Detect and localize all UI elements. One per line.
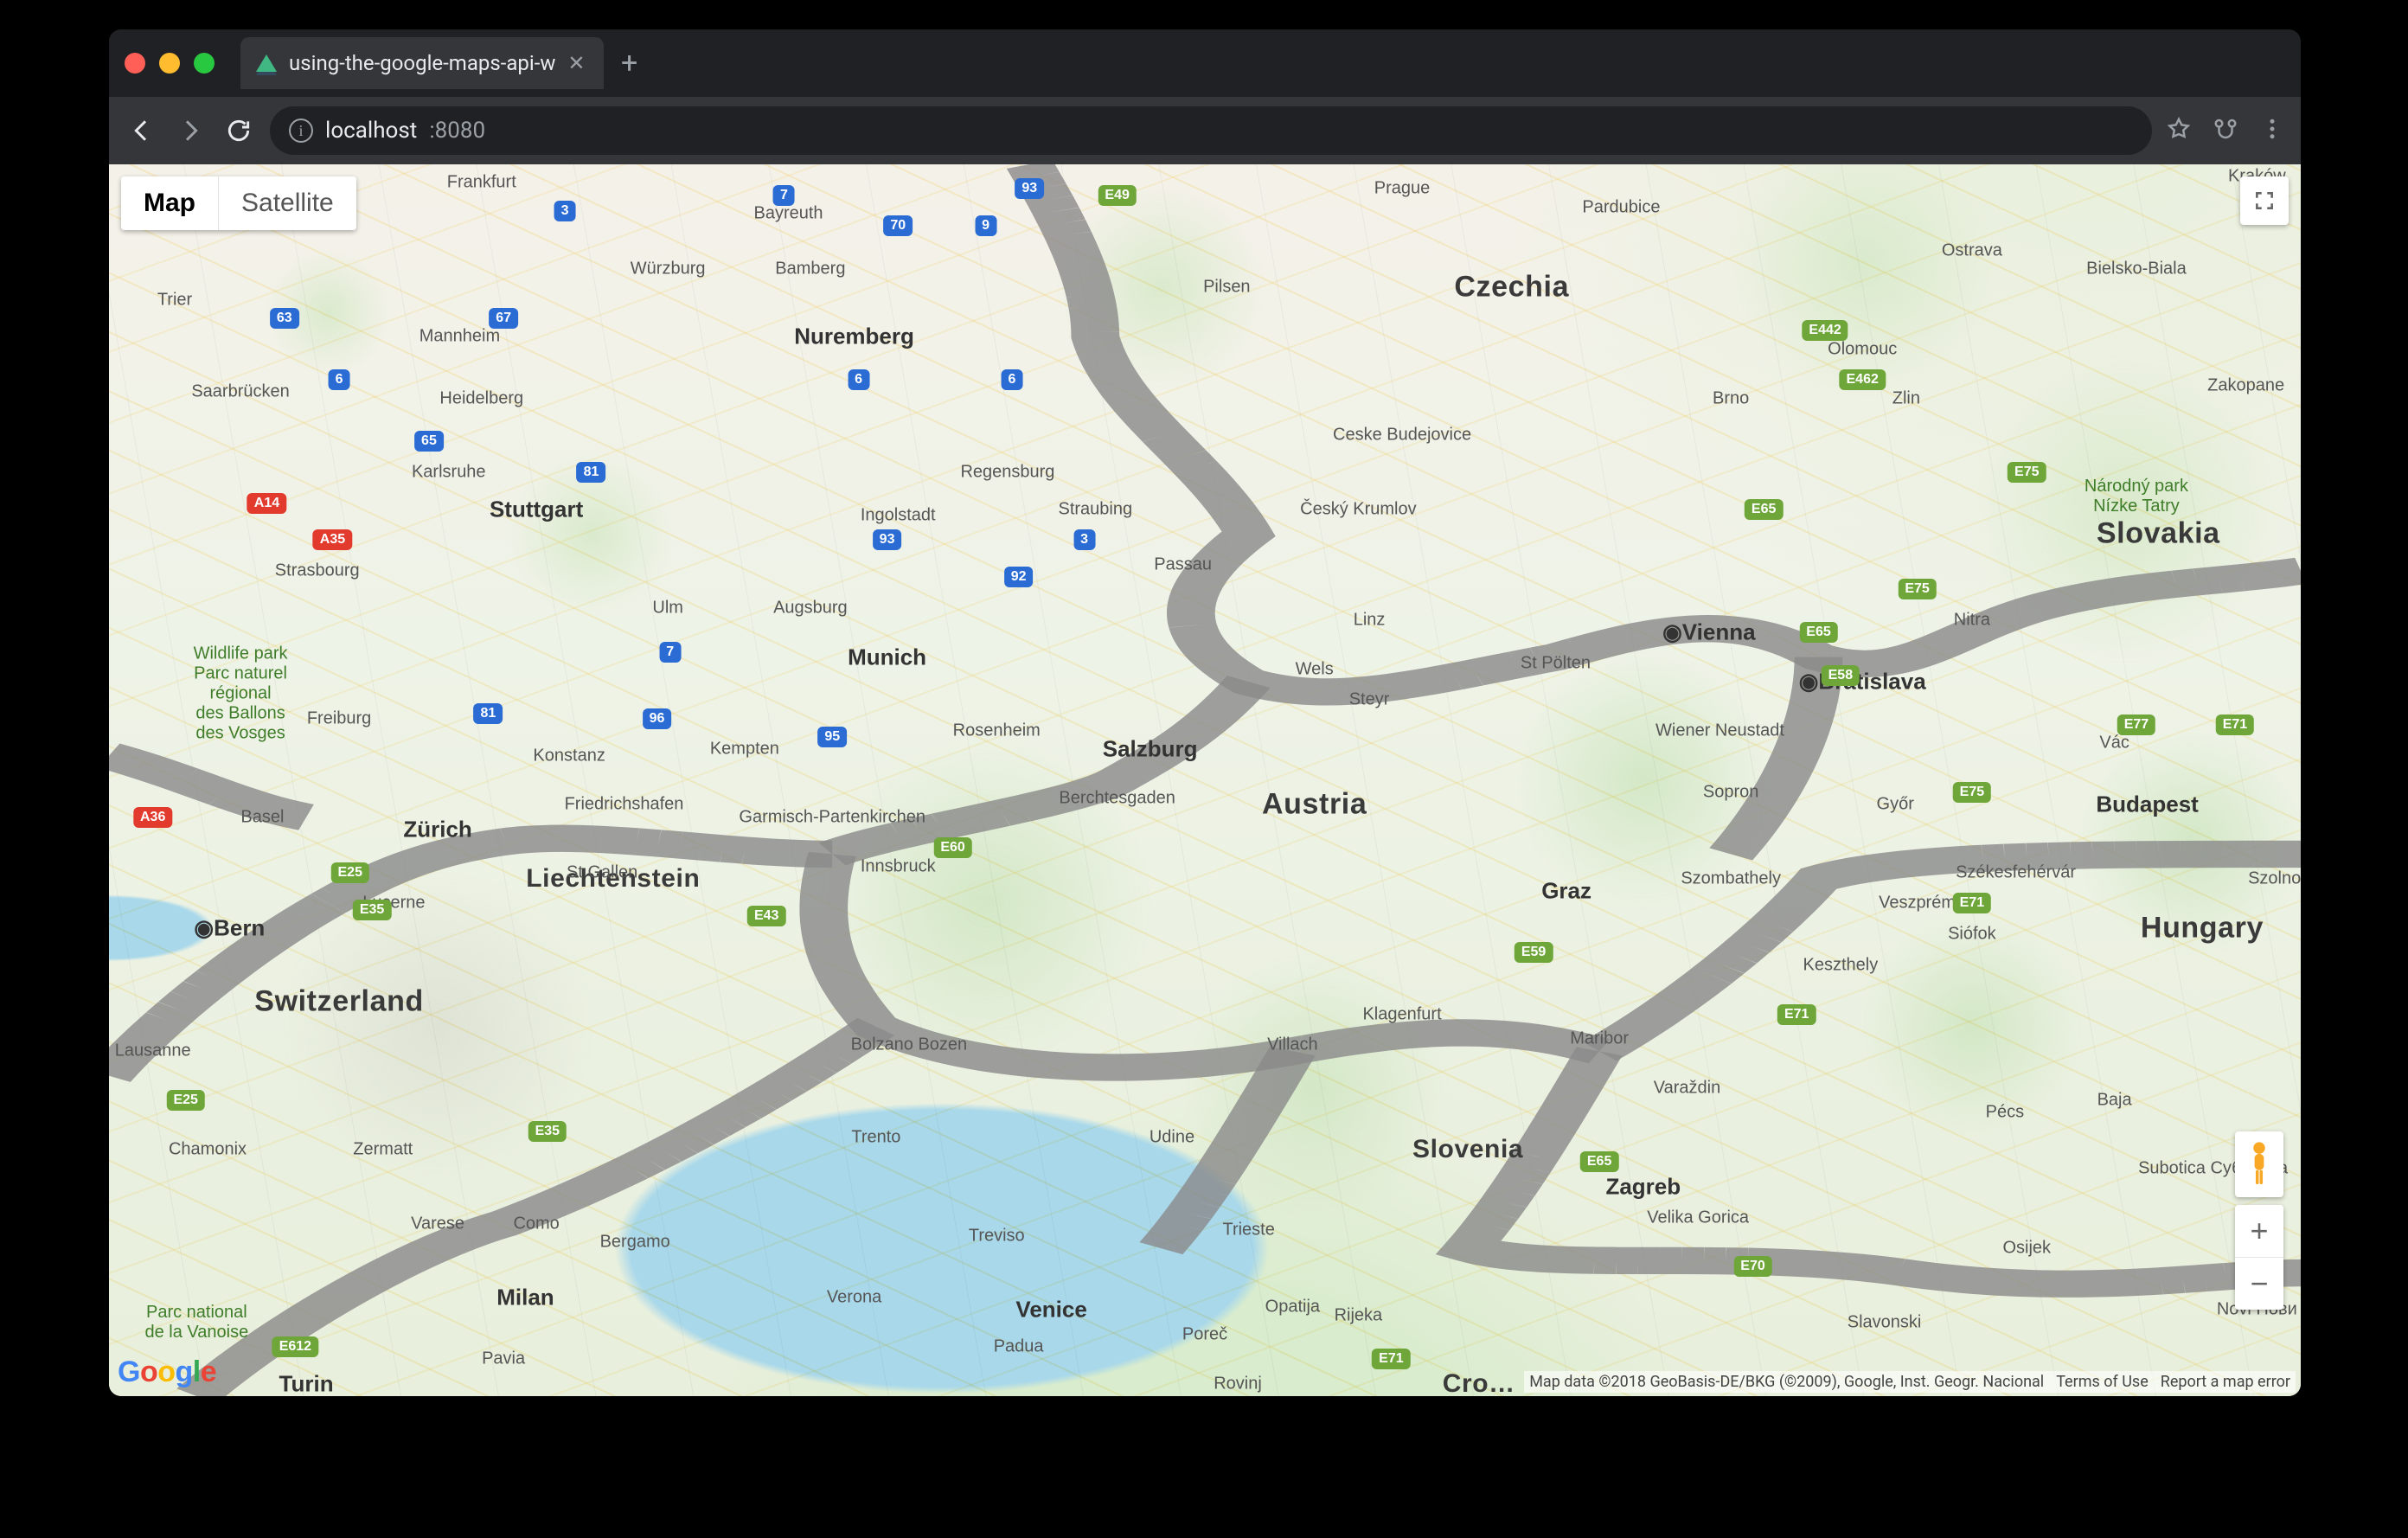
road-shield: 93 xyxy=(1015,178,1044,199)
road-shield: E43 xyxy=(747,906,785,926)
road-shield: 6 xyxy=(848,369,869,390)
road-shield: A14 xyxy=(247,493,286,514)
road-shield: 65 xyxy=(414,431,444,452)
road-shield: 9 xyxy=(975,215,996,236)
back-button[interactable] xyxy=(125,113,159,148)
road-shield: 7 xyxy=(773,185,795,206)
road-shield: E71 xyxy=(1953,893,1991,913)
map-attribution: Map data ©2018 GeoBasis-DE/BKG (©2009), … xyxy=(1524,1371,2296,1393)
zoom-in-button[interactable]: + xyxy=(2235,1205,2283,1257)
road-shield: E59 xyxy=(1515,942,1553,963)
road-shield: 95 xyxy=(817,727,847,747)
road-shield: 6 xyxy=(1002,369,1023,390)
map-viewport[interactable]: CzechiaAustriaSwitzerlandLiechtensteinSl… xyxy=(109,164,2301,1396)
titlebar: using-the-google-maps-api-w ✕ + xyxy=(109,29,2301,97)
bookmark-star-icon[interactable] xyxy=(2166,116,2192,145)
map-type-map-button[interactable]: Map xyxy=(121,176,218,230)
road-shield: 93 xyxy=(873,529,902,550)
road-shield: 81 xyxy=(577,462,606,483)
road-shield: 81 xyxy=(473,703,503,724)
site-info-icon[interactable]: i xyxy=(289,119,313,143)
road-shield: 7 xyxy=(659,642,681,663)
fullscreen-button[interactable] xyxy=(2240,176,2289,225)
url-host: localhost xyxy=(325,118,417,144)
road-shield: 70 xyxy=(883,215,913,236)
road-shield: 92 xyxy=(1004,567,1034,587)
road-shield: E75 xyxy=(1898,579,1936,599)
map-type-control: Map Satellite xyxy=(121,176,356,230)
road-shield: E77 xyxy=(2117,715,2155,735)
browser-toolbar: i localhost :8080 xyxy=(109,97,2301,164)
road-shield: E25 xyxy=(331,862,369,883)
terms-link[interactable]: Terms of Use xyxy=(2056,1373,2149,1391)
road-shield: E35 xyxy=(353,900,391,920)
map-type-satellite-button[interactable]: Satellite xyxy=(219,176,356,230)
reload-button[interactable] xyxy=(221,113,256,148)
road-shield: E71 xyxy=(1372,1349,1410,1369)
window-controls xyxy=(125,53,215,74)
road-shield: E65 xyxy=(1799,622,1837,643)
zoom-control: + − xyxy=(2235,1205,2283,1310)
road-shield: 6 xyxy=(329,369,350,390)
road-shield: E65 xyxy=(1580,1151,1618,1172)
vue-favicon-icon xyxy=(256,54,277,72)
extensions-icon[interactable] xyxy=(2213,116,2238,145)
road-shield: 67 xyxy=(489,308,518,329)
road-shield: E35 xyxy=(528,1121,567,1142)
menu-dots-icon[interactable] xyxy=(2259,116,2285,145)
road-shield: E25 xyxy=(166,1090,204,1111)
road-shield: E58 xyxy=(1822,665,1860,686)
road-shield: E49 xyxy=(1098,185,1136,206)
close-window-button[interactable] xyxy=(125,53,145,74)
close-tab-icon[interactable]: ✕ xyxy=(567,51,585,75)
new-tab-button[interactable]: + xyxy=(621,46,637,80)
road-shield: E75 xyxy=(2008,462,2046,483)
road-shield: E442 xyxy=(1802,320,1848,341)
url-port: :8080 xyxy=(429,118,485,144)
minimize-window-button[interactable] xyxy=(159,53,180,74)
road-shield: E612 xyxy=(272,1336,318,1357)
address-bar[interactable]: i localhost :8080 xyxy=(270,106,2152,155)
tab-title: using-the-google-maps-api-w xyxy=(289,51,555,75)
road-shield: 3 xyxy=(554,201,576,221)
road-shield: 63 xyxy=(270,308,299,329)
road-shield: E75 xyxy=(1953,782,1991,803)
browser-window: using-the-google-maps-api-w ✕ + i localh… xyxy=(109,29,2301,1396)
google-logo: Google xyxy=(118,1355,216,1389)
zoom-out-button[interactable]: − xyxy=(2235,1258,2283,1310)
road-shield: E70 xyxy=(1733,1256,1771,1277)
pegman-button[interactable] xyxy=(2235,1131,2283,1197)
map-data-text: Map data ©2018 GeoBasis-DE/BKG (©2009), … xyxy=(1529,1373,2044,1391)
road-shield: A35 xyxy=(313,529,352,550)
road-shield: E71 xyxy=(1777,1004,1816,1025)
road-shield: E60 xyxy=(933,837,971,858)
road-shield: 3 xyxy=(1073,529,1095,550)
road-shield: E462 xyxy=(1840,369,1886,390)
map-canvas[interactable]: CzechiaAustriaSwitzerlandLiechtensteinSl… xyxy=(109,164,2301,1396)
country-borders xyxy=(109,164,2301,1396)
forward-button[interactable] xyxy=(173,113,208,148)
road-shield: E71 xyxy=(2216,715,2254,735)
browser-tab[interactable]: using-the-google-maps-api-w ✕ xyxy=(240,37,604,89)
maximize-window-button[interactable] xyxy=(194,53,215,74)
road-shield: A36 xyxy=(133,807,172,828)
road-shield: 96 xyxy=(643,708,672,729)
road-shield: E65 xyxy=(1745,499,1783,520)
report-error-link[interactable]: Report a map error xyxy=(2161,1373,2290,1391)
